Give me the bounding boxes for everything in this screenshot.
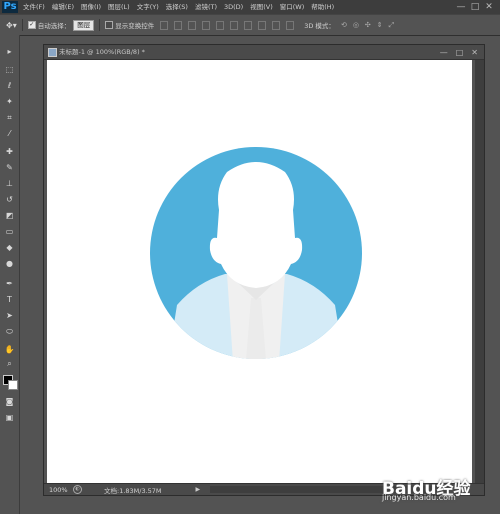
marquee-tool-icon[interactable]: ⬚ xyxy=(4,65,15,75)
eyedropper-tool-icon[interactable]: ⁄ xyxy=(4,129,15,139)
show-transform-checkbox[interactable] xyxy=(105,21,114,29)
head-silhouette xyxy=(209,162,303,288)
menu-layer[interactable]: 图层(L) xyxy=(108,0,130,14)
distribute-icon[interactable] xyxy=(258,20,267,30)
lasso-tool-icon[interactable]: ℓ xyxy=(4,81,15,91)
align-left-icon[interactable] xyxy=(202,20,211,30)
rotate-3d-icon[interactable]: ⟲ xyxy=(341,21,347,30)
menu-select[interactable]: 选择(S) xyxy=(166,0,188,14)
menu-file[interactable]: 文件(F) xyxy=(23,0,45,14)
scale-3d-icon[interactable]: ⤢ xyxy=(389,21,395,30)
document-icon xyxy=(48,48,57,57)
align-hcenter-icon[interactable] xyxy=(216,20,225,30)
info-icon[interactable]: ◐ xyxy=(73,485,82,494)
document-window-controls: — □ ✕ xyxy=(440,45,478,59)
auto-select-dropdown[interactable]: 图层 xyxy=(73,19,95,31)
align-right-icon[interactable] xyxy=(230,20,239,30)
roll-3d-icon[interactable]: ◎ xyxy=(353,21,359,30)
tools-panel: ▸ ⬚ ℓ ✦ ⌗ ⁄ ✚ ✎ ⊥ ↺ ◩ ▭ ◆ ● ✒ T ➤ ⬭ ✋ ⌕ … xyxy=(0,35,20,514)
background-color-swatch[interactable] xyxy=(8,380,18,390)
doc-minimize-button[interactable]: — xyxy=(440,48,448,57)
align-buttons xyxy=(160,20,295,30)
blur-tool-icon[interactable]: ◆ xyxy=(4,243,15,253)
menu-items: 文件(F) 编辑(E) 图像(I) 图层(L) 文字(Y) 选择(S) 滤镜(T… xyxy=(23,0,341,14)
path-selection-tool-icon[interactable]: ➤ xyxy=(4,311,15,321)
distribute-icon[interactable] xyxy=(272,20,281,30)
magic-wand-tool-icon[interactable]: ✦ xyxy=(4,97,15,107)
align-vcenter-icon[interactable] xyxy=(174,20,183,30)
3d-mode-label: 3D 模式： xyxy=(304,22,335,30)
align-top-icon[interactable] xyxy=(160,20,169,30)
healing-brush-tool-icon[interactable]: ✚ xyxy=(4,147,15,157)
minimize-button[interactable]: — xyxy=(454,2,468,12)
pen-tool-icon[interactable]: ✒ xyxy=(4,279,15,289)
doc-close-button[interactable]: ✕ xyxy=(471,48,478,57)
menu-edit[interactable]: 编辑(E) xyxy=(52,0,74,14)
status-menu-arrow-icon[interactable]: ▶ xyxy=(196,486,201,493)
menu-3d[interactable]: 3D(D) xyxy=(224,0,243,14)
menu-bar: Ps 文件(F) 编辑(E) 图像(I) 图层(L) 文字(Y) 选择(S) 滤… xyxy=(0,0,500,14)
type-tool-icon[interactable]: T xyxy=(4,295,15,305)
move-tool-icon[interactable]: ▸ xyxy=(4,47,15,57)
quick-mask-icon[interactable]: ◙ xyxy=(4,397,15,407)
show-transform-label: 显示变换控件 xyxy=(115,22,155,30)
vertical-scrollbar[interactable] xyxy=(475,60,484,483)
shape-tool-icon[interactable]: ⬭ xyxy=(4,327,15,337)
auto-select-checkbox[interactable]: ✓ xyxy=(27,21,36,29)
screen-mode-icon[interactable]: ▣ xyxy=(4,413,15,423)
canvas[interactable] xyxy=(47,60,472,483)
photoshop-logo: Ps xyxy=(2,1,18,13)
maximize-button[interactable]: □ xyxy=(468,2,482,12)
menu-help[interactable]: 帮助(H) xyxy=(311,0,334,14)
menu-view[interactable]: 视图(V) xyxy=(250,0,273,14)
distribute-icon[interactable] xyxy=(286,20,295,30)
clone-stamp-tool-icon[interactable]: ⊥ xyxy=(4,179,15,189)
document-size-info: 文档:1.83M/3.57M xyxy=(104,486,162,495)
gradient-tool-icon[interactable]: ▭ xyxy=(4,227,15,237)
menu-filter[interactable]: 滤镜(T) xyxy=(195,0,217,14)
history-brush-tool-icon[interactable]: ↺ xyxy=(4,195,15,205)
distribute-icon[interactable] xyxy=(244,20,253,30)
hand-tool-icon[interactable]: ✋ xyxy=(4,345,15,355)
close-button[interactable]: ✕ xyxy=(482,2,496,12)
align-bottom-icon[interactable] xyxy=(188,20,197,30)
eraser-tool-icon[interactable]: ◩ xyxy=(4,211,15,221)
menu-image[interactable]: 图像(I) xyxy=(81,0,101,14)
app-window-controls: — □ ✕ xyxy=(454,0,496,14)
drag-3d-icon[interactable]: ✣ xyxy=(365,21,371,30)
zoom-tool-icon[interactable]: ⌕ xyxy=(4,359,15,369)
doc-maximize-button[interactable]: □ xyxy=(456,48,464,57)
crop-tool-icon[interactable]: ⌗ xyxy=(4,113,15,123)
divider xyxy=(21,19,23,31)
auto-select-label: 自动选择： xyxy=(37,22,71,30)
dodge-tool-icon[interactable]: ● xyxy=(4,259,15,269)
document-title: 未标题-1 @ 100%(RGB/8) * xyxy=(59,48,145,56)
document-tab[interactable]: 未标题-1 @ 100%(RGB/8) * — □ ✕ xyxy=(44,45,484,60)
avatar-illustration xyxy=(150,147,362,359)
menu-window[interactable]: 窗口(W) xyxy=(280,0,305,14)
slide-3d-icon[interactable]: ⇕ xyxy=(377,21,383,30)
move-tool-icon[interactable]: ✥▾ xyxy=(6,21,17,30)
document-window: 未标题-1 @ 100%(RGB/8) * — □ ✕ 100% ◐ 文档:1.… xyxy=(43,44,485,496)
watermark-url: jingyan.baidu.com xyxy=(382,493,456,502)
menu-type[interactable]: 文字(Y) xyxy=(137,0,159,14)
options-bar: ✥▾ ✓ 自动选择： 图层 显示变换控件 3D 模式： ⟲ ◎ ✣ ⇕ ⤢ xyxy=(0,14,500,36)
zoom-level[interactable]: 100% xyxy=(49,486,69,494)
brush-tool-icon[interactable]: ✎ xyxy=(4,163,15,173)
divider xyxy=(99,19,101,31)
3d-mode-icons: ⟲ ◎ ✣ ⇕ ⤢ xyxy=(341,21,394,30)
